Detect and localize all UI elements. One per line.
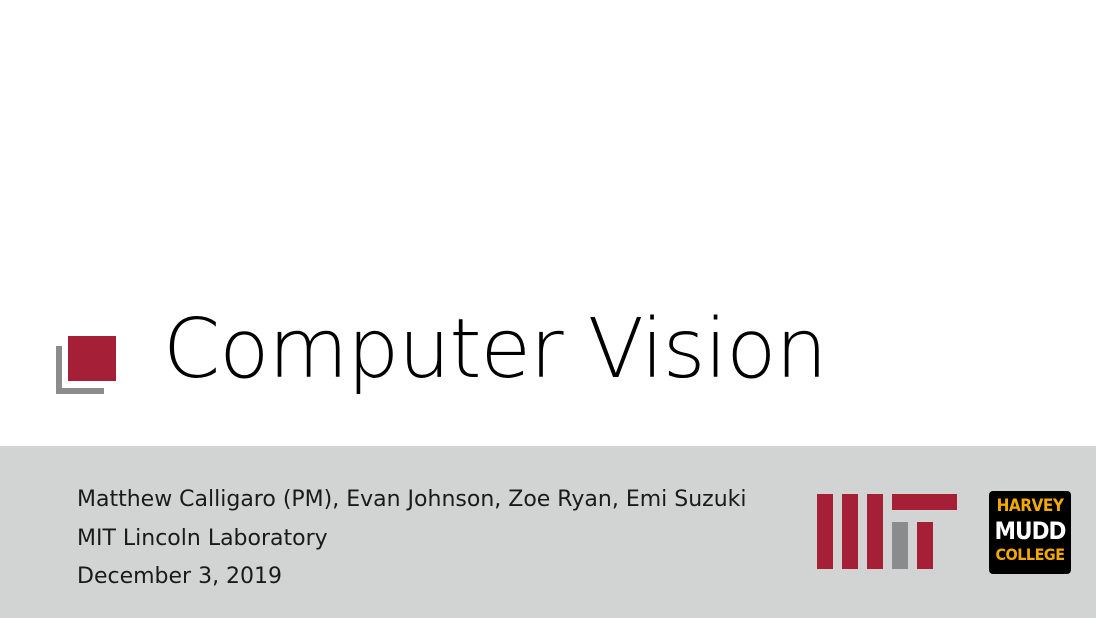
slide: Computer Vision Matthew Calligaro (PM), … bbox=[0, 0, 1096, 618]
slide-title: Computer Vision bbox=[163, 302, 827, 397]
authors-line: Matthew Calligaro (PM), Evan Johnson, Zo… bbox=[77, 487, 747, 512]
footer-band: Matthew Calligaro (PM), Evan Johnson, Zo… bbox=[0, 446, 1096, 618]
bullet-red-square bbox=[68, 336, 116, 381]
organization-line: MIT Lincoln Laboratory bbox=[77, 525, 328, 551]
harvey-mudd-logo: HARVEY MUDD COLLEGE bbox=[989, 491, 1071, 574]
date-line: December 3, 2019 bbox=[77, 564, 283, 589]
byline: Matthew Calligaro (PM), Evan Johnson, Zo… bbox=[77, 481, 747, 597]
title-bullet-icon bbox=[56, 336, 118, 394]
mit-logo bbox=[817, 494, 957, 569]
